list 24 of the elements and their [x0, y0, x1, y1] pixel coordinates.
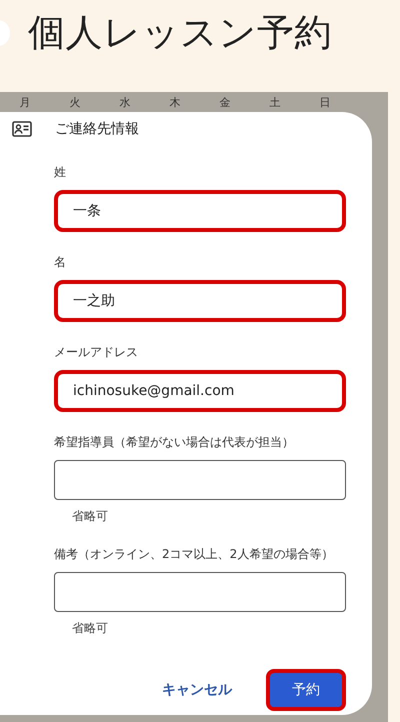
field-label: 備考（オンライン、2コマ以上、2人希望の場合等）	[54, 546, 334, 562]
input-field[interactable]: 一之助	[54, 280, 346, 322]
weekday-label: 水	[118, 94, 132, 110]
helper-text: 省略可	[72, 620, 109, 636]
section-title: ご連絡先情報	[55, 120, 139, 138]
weekday-label: 木	[168, 94, 182, 110]
weekday-label: 土	[268, 94, 282, 110]
input-field[interactable]	[54, 572, 346, 612]
input-field[interactable]	[54, 460, 346, 500]
submit-button[interactable]: 予約	[266, 669, 346, 711]
field-label: 希望指導員（希望がない場合は代表が担当）	[54, 434, 295, 450]
helper-text: 省略可	[72, 508, 109, 524]
field-label: 名	[54, 254, 67, 270]
weekday-label: 月	[18, 94, 32, 110]
input-field[interactable]: 一条	[54, 190, 346, 232]
weekday-label: 火	[68, 94, 82, 110]
weekday-label: 金	[218, 94, 232, 110]
cancel-button[interactable]: キャンセル	[158, 669, 236, 711]
field-label: 姓	[54, 164, 67, 180]
contact-card-icon	[12, 121, 32, 137]
page-title: 個人レッスン予約	[28, 10, 332, 56]
weekday-label: 日	[318, 94, 332, 110]
field-label: メールアドレス	[54, 344, 139, 360]
input-field[interactable]: ichinosuke@gmail.com	[54, 370, 346, 412]
